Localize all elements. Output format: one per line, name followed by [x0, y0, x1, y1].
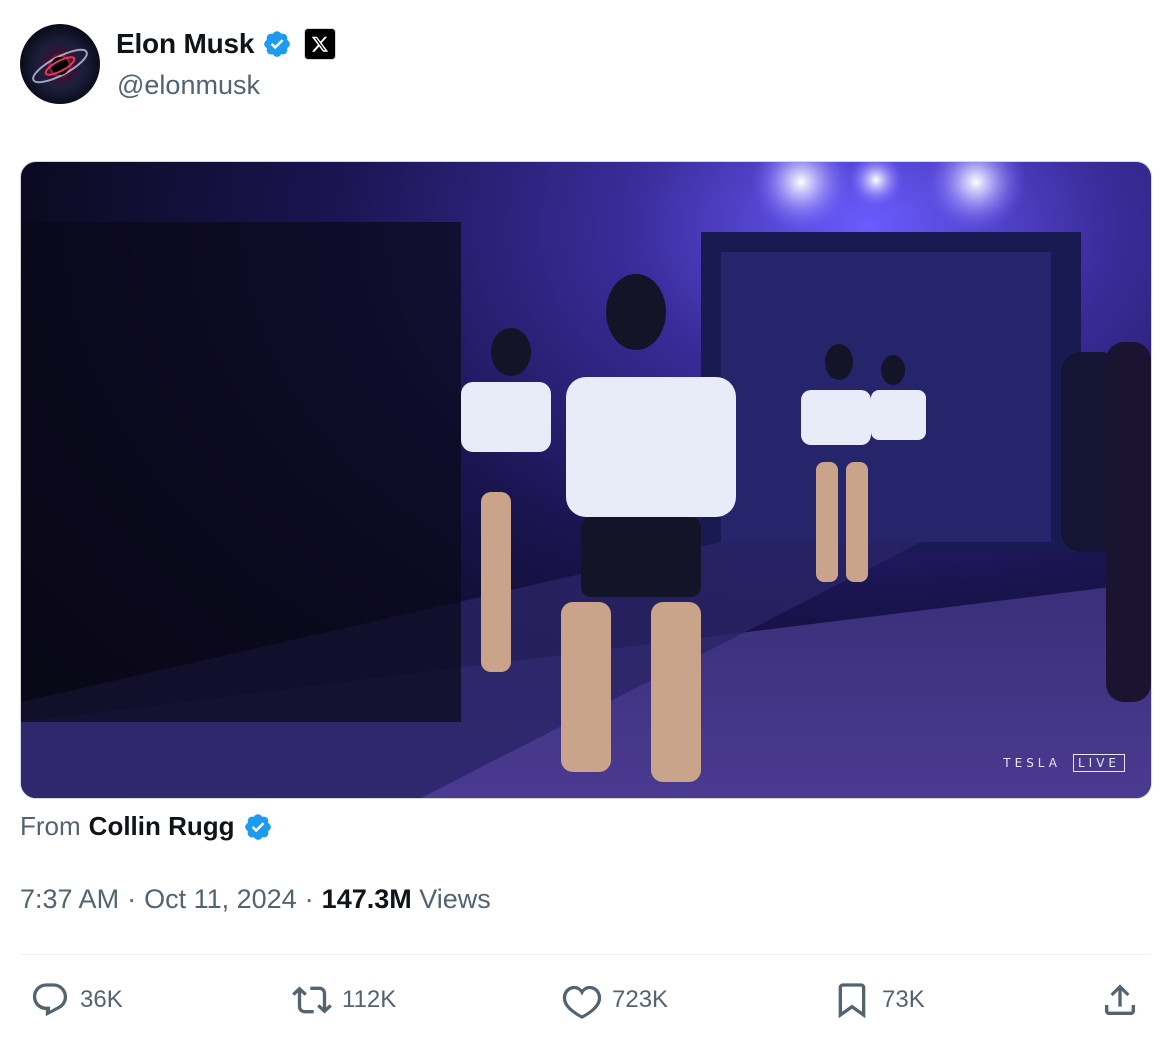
bookmark-icon [838, 983, 866, 1019]
author-name-row: Elon Musk [116, 28, 337, 60]
tesla-live-watermark: TESLA LIVE [1003, 754, 1125, 772]
divider [20, 954, 1151, 955]
meta-separator: · [304, 884, 314, 914]
source-attribution: From Collin Rugg [20, 811, 273, 842]
views-count: 147.3M [321, 884, 412, 914]
heart-icon [562, 985, 602, 1019]
x-logo-icon [304, 28, 337, 60]
reply-button[interactable]: 36K [30, 980, 123, 1020]
repost-icon [292, 986, 332, 1014]
reply-icon [32, 983, 68, 1017]
bookmark-count: 73K [882, 986, 925, 1013]
source-name[interactable]: Collin Rugg [89, 811, 235, 842]
avatar[interactable] [20, 24, 100, 104]
meta-separator: · [127, 884, 137, 914]
repost-button[interactable]: 112K [292, 980, 396, 1020]
views-label: Views [419, 884, 491, 914]
verified-badge-icon [244, 813, 271, 840]
action-bar: 36K 112K 723K 73K [30, 980, 1145, 1030]
video-frame [21, 162, 1151, 798]
tweet-time[interactable]: 7:37 AM [20, 884, 119, 915]
reply-count: 36K [80, 986, 123, 1013]
watermark-live: LIVE [1072, 754, 1125, 772]
watermark-brand: TESLA [1003, 756, 1061, 770]
video-player[interactable]: TESLA LIVE [20, 161, 1152, 799]
verified-badge-icon [264, 31, 291, 57]
tweet-date[interactable]: Oct 11, 2024 [144, 884, 297, 915]
share-button[interactable] [1100, 980, 1140, 1020]
like-button[interactable]: 723K [562, 980, 668, 1020]
share-icon [1105, 984, 1135, 1015]
author-handle[interactable]: @elonmusk [117, 70, 260, 101]
tweet-meta: 7:37 AM · Oct 11, 2024 · 147.3M Views [20, 884, 491, 915]
source-prefix: From [20, 811, 81, 841]
like-count: 723K [612, 986, 669, 1013]
author-name[interactable]: Elon Musk [116, 28, 254, 60]
repost-count: 112K [342, 986, 397, 1013]
bookmark-button[interactable]: 73K [832, 980, 925, 1020]
